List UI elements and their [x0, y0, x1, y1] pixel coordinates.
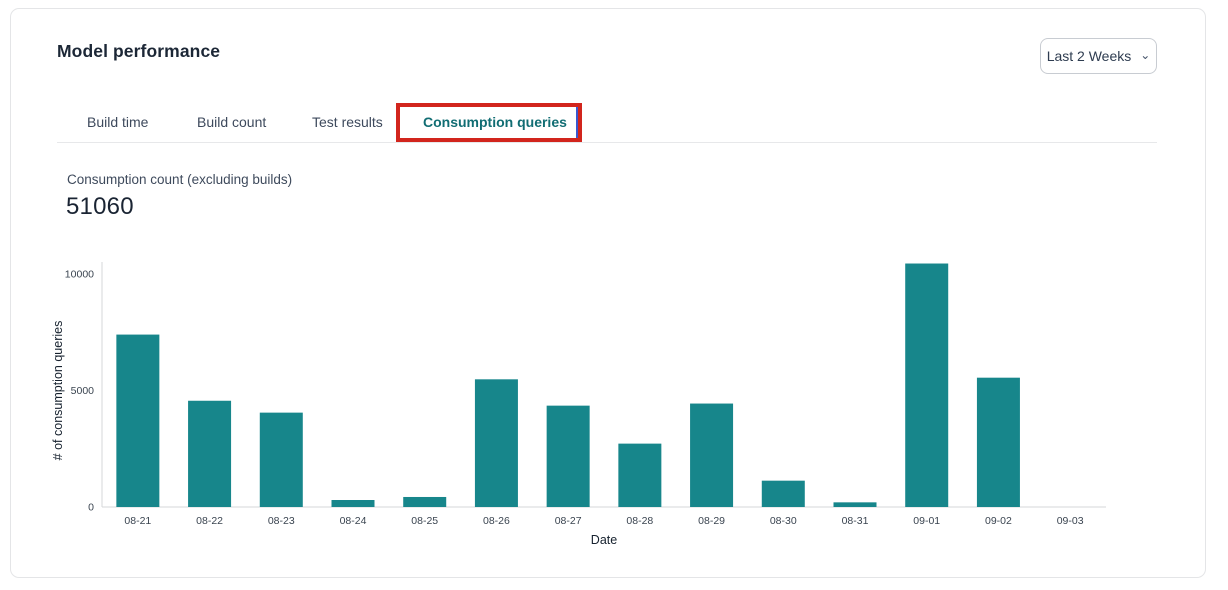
bar-chart-svg: 0 5000 10000 # of consumption queries 08-21 0… — [48, 252, 1128, 554]
date-range-dropdown-label: Last 2 Weeks — [1047, 48, 1132, 64]
bar-08-22[interactable] — [188, 401, 231, 507]
bar-08-27[interactable] — [547, 406, 590, 507]
bar-08-25[interactable] — [403, 497, 446, 507]
x-tick-label-08-22: 08-22 — [196, 515, 223, 527]
consumption-queries-bar-chart: 0 5000 10000 # of consumption queries 08-21 0… — [48, 252, 1128, 554]
bar-08-30[interactable] — [762, 481, 805, 507]
x-tick-label-08-27: 08-27 — [555, 515, 582, 527]
y-tick-label: 0 — [88, 502, 94, 514]
x-tick-label-09-02: 09-02 — [985, 515, 1012, 527]
x-tick-label-08-23: 08-23 — [268, 515, 295, 527]
page-title: Model performance — [57, 41, 220, 62]
x-tick-label-08-26: 08-26 — [483, 515, 510, 527]
x-tick-label-08-31: 08-31 — [842, 515, 869, 527]
bar-08-31[interactable] — [834, 502, 877, 507]
y-tick-label: 10000 — [65, 269, 94, 281]
bar-08-23[interactable] — [260, 413, 303, 507]
x-tick-label-08-21: 08-21 — [124, 515, 151, 527]
x-tick-label-08-25: 08-25 — [411, 515, 438, 527]
tab-test-results[interactable]: Test results — [312, 114, 383, 130]
x-axis-title: Date — [591, 533, 617, 547]
y-axis-title: # of consumption queries — [51, 321, 65, 461]
bar-08-24[interactable] — [332, 500, 375, 507]
bar-09-01[interactable] — [905, 264, 948, 507]
bar-08-26[interactable] — [475, 379, 518, 507]
tab-build-time[interactable]: Build time — [87, 114, 148, 130]
x-tick-label-08-29: 08-29 — [698, 515, 725, 527]
active-tab-focus-line — [576, 107, 578, 138]
bar-08-21[interactable] — [116, 335, 159, 507]
date-range-dropdown[interactable]: Last 2 Weeks ⌄ — [1040, 38, 1157, 74]
bar-09-02[interactable] — [977, 378, 1020, 507]
chevron-down-icon: ⌄ — [1140, 48, 1150, 62]
x-tick-label-09-01: 09-01 — [913, 515, 940, 527]
x-tick-label-08-28: 08-28 — [626, 515, 653, 527]
metric-label: Consumption count (excluding builds) — [67, 172, 292, 187]
tab-build-count[interactable]: Build count — [197, 114, 266, 130]
x-tick-label-09-03: 09-03 — [1057, 515, 1084, 527]
tab-consumption-queries[interactable]: Consumption queries — [423, 114, 567, 130]
y-tick-label: 5000 — [71, 385, 95, 397]
bar-08-28[interactable] — [618, 444, 661, 507]
tabs-divider — [57, 142, 1157, 143]
x-tick-label-08-24: 08-24 — [340, 515, 367, 527]
metric-value: 51060 — [66, 193, 134, 221]
bar-08-29[interactable] — [690, 404, 733, 507]
x-tick-label-08-30: 08-30 — [770, 515, 797, 527]
model-performance-page: Model performance Last 2 Weeks ⌄ Build t… — [0, 0, 1228, 590]
